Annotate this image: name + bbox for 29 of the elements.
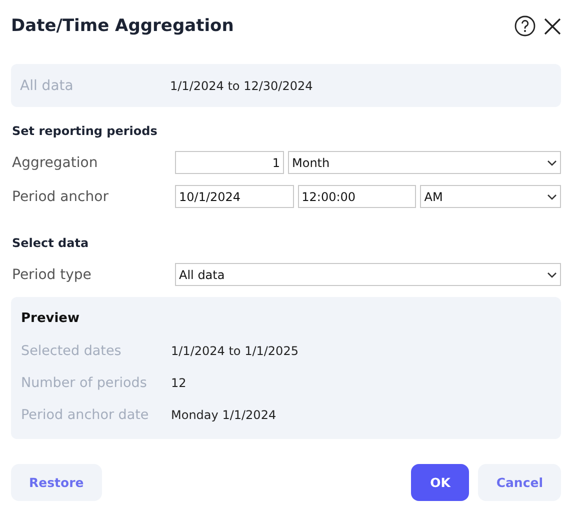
field-label: Aggregation bbox=[11, 154, 99, 170]
preview-label: Selected dates bbox=[21, 343, 122, 359]
text-input[interactable]: 12:00:00 bbox=[298, 185, 416, 208]
chevron-down-icon bbox=[547, 272, 557, 278]
text-input[interactable]: 10/1/2024 bbox=[175, 185, 294, 208]
close-icon[interactable] bbox=[544, 18, 561, 34]
help-icon[interactable] bbox=[514, 15, 536, 37]
summary-label: All data bbox=[20, 78, 74, 94]
field-label: Period anchor bbox=[11, 188, 110, 204]
preview-value: 12 bbox=[171, 376, 186, 390]
dialog-title: Date/Time Aggregation bbox=[11, 16, 234, 36]
summary-value: 1/1/2024 to 12/30/2024 bbox=[170, 78, 313, 92]
secondary-button[interactable]: Restore bbox=[11, 464, 102, 501]
primary-button[interactable]: OK bbox=[411, 464, 470, 501]
preview-label: Period anchor date bbox=[21, 407, 150, 423]
chevron-down-icon bbox=[547, 160, 557, 166]
secondary-button[interactable]: Cancel bbox=[478, 464, 561, 501]
dropdown-select[interactable]: All data bbox=[175, 263, 561, 286]
number-input[interactable]: 1 bbox=[175, 151, 284, 174]
chevron-down-icon bbox=[547, 194, 557, 200]
preview-value: 1/1/2024 to 1/1/2025 bbox=[171, 344, 298, 358]
preview-value: Monday 1/1/2024 bbox=[171, 408, 276, 422]
preview-title: Preview bbox=[21, 311, 81, 326]
section-heading: Set reporting periods bbox=[12, 124, 158, 138]
field-label: Period type bbox=[11, 266, 92, 282]
preview-label: Number of periods bbox=[21, 375, 148, 391]
section-heading: Select data bbox=[12, 236, 90, 250]
dropdown-select[interactable]: Month bbox=[288, 151, 561, 174]
dropdown-select[interactable]: AM bbox=[420, 185, 561, 208]
